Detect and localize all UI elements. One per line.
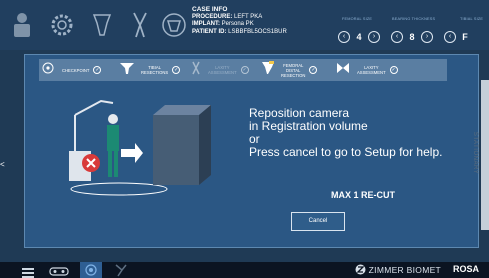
case-info-title: CASE INFO (192, 6, 228, 13)
main-panel: CHECKPOINT ✓ TIBIAL RESECTIONS ✓ LAXITY … (24, 54, 479, 248)
brand-label: ZIMMER BIOMET (355, 264, 441, 275)
camera-illustration (61, 91, 237, 199)
checkmark-icon: ✓ (93, 66, 102, 74)
step-laxity-assessment-2[interactable]: LAXITY ASSESSMENT ✓ (335, 59, 398, 81)
tibial-size-stepper: ‹ F (444, 29, 474, 44)
left-collapse-tab[interactable]: < (0, 160, 6, 200)
checkmark-icon: ✓ (389, 66, 398, 74)
procedure-value: LEFT PKA (234, 13, 263, 20)
step-femoral-distal-resection[interactable]: FEMORAL DISTAL RESECTION ✓ (261, 59, 318, 81)
implant-icon[interactable] (158, 9, 190, 41)
tibial-size-label: TIBIAL SIZE (460, 17, 484, 21)
bearing-thickness-value: 8 (409, 31, 415, 42)
product-name: ROSA (453, 264, 480, 274)
app-window: CASE INFO PROCEDURE: LEFT PKA IMPLANT: P… (0, 0, 489, 278)
zimmer-biomet-logo-icon (355, 264, 366, 275)
recut-limit-label: MAX 1 RE-CUT (331, 190, 396, 200)
menu-icon[interactable] (22, 265, 34, 278)
message-line: in Registration volume (249, 119, 368, 133)
laxity-assessment-label: LAXITY ASSESSMENT (208, 65, 237, 75)
checkmark-icon: ✓ (240, 66, 249, 74)
camera-icon[interactable] (48, 264, 70, 277)
cancel-button[interactable]: Cancel (291, 212, 345, 231)
knee-joint-icon[interactable] (124, 9, 156, 41)
procedure-row: PROCEDURE: LEFT PKA (192, 13, 263, 20)
instruction-message: Reposition camera in Registration volume… (249, 107, 442, 159)
bearing-thickness-label: BEARING THICKNESS (392, 17, 436, 21)
stationary-side-tab[interactable]: STATIONARY (472, 80, 489, 230)
checkmark-icon: ✓ (172, 66, 181, 74)
settings-gear-icon[interactable] (46, 9, 78, 41)
knee-icon (335, 61, 351, 80)
message-line: Press cancel to go to Setup for help. (249, 145, 443, 159)
implant-row: IMPLANT: Persona PK (192, 21, 254, 27)
tibial-size-value: F (462, 31, 468, 42)
bearing-decrease-button[interactable]: ‹ (391, 30, 403, 43)
brand-name: ZIMMER BIOMET (368, 265, 442, 275)
knee-icon (189, 61, 203, 80)
tibial-resections-label: TIBIAL RESECTIONS (141, 65, 169, 75)
femoral-decrease-button[interactable]: ‹ (338, 30, 350, 43)
femoral-increase-button[interactable]: › (368, 30, 380, 43)
checkmark-icon: ✓ (309, 66, 318, 74)
case-info: CASE INFO PROCEDURE: LEFT PKA IMPLANT: P… (192, 6, 287, 36)
implant-value: Persona PK (221, 21, 254, 27)
bearing-increase-button[interactable]: › (421, 30, 433, 43)
surgeon-icon[interactable] (6, 9, 38, 41)
stationary-label: STATIONARY (472, 131, 479, 175)
patient-value: LSBBFBL5OCS1BUR (228, 28, 287, 35)
step-laxity-assessment-1[interactable]: LAXITY ASSESSMENT ✓ (189, 59, 249, 81)
top-header: CASE INFO PROCEDURE: LEFT PKA IMPLANT: P… (0, 0, 489, 50)
femoral-size-value: 4 (356, 31, 362, 42)
step-checkpoint[interactable]: CHECKPOINT ✓ (41, 59, 102, 81)
femoral-size-stepper: ‹ 4 › (338, 29, 380, 44)
bearing-thickness-stepper: ‹ 8 › (391, 29, 433, 44)
femoral-distal-resection-label: FEMORAL DISTAL RESECTION (281, 62, 306, 78)
femur-icon (261, 60, 275, 80)
target-icon[interactable] (80, 262, 102, 278)
laxity-assessment-label: LAXITY ASSESSMENT (357, 65, 386, 75)
step-tibial-resections[interactable]: TIBIAL RESECTIONS ✓ (119, 59, 181, 81)
femoral-size-label: FEMORAL SIZE (342, 17, 373, 21)
leg-icon[interactable] (114, 264, 130, 277)
tibia-icon (119, 61, 135, 80)
checkpoint-icon (41, 61, 55, 80)
workflow-bar: CHECKPOINT ✓ TIBIAL RESECTIONS ✓ LAXITY … (39, 59, 447, 81)
patient-row: PATIENT ID: LSBBFBL5OCS1BUR (192, 28, 287, 35)
tibial-decrease-button[interactable]: ‹ (444, 30, 456, 43)
femur-icon[interactable] (86, 9, 118, 41)
checkpoint-label: CHECKPOINT (62, 67, 90, 73)
